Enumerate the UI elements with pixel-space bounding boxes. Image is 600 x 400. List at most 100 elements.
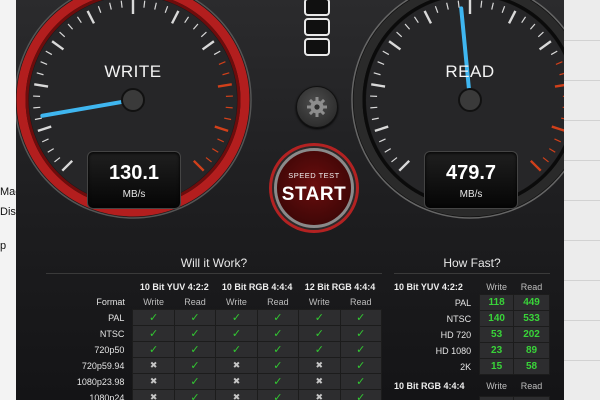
compatibility-cell: ✓ [256,309,300,326]
format-column-header: Format [96,296,125,307]
checkmark-icon: ✓ [356,360,366,372]
compatibility-cell: ✓ [132,341,175,358]
write-speed-value: 53 [479,326,515,343]
table-row: NTSC ✓ ✓ ✓ ✓ ✓ ✓ [46,325,383,342]
format-label: NTSC [446,313,472,324]
table-row: PAL ✓ ✓ ✓ ✓ ✓ ✓ [46,309,383,326]
group-header: 10 Bit YUV 4:2:2 [139,281,209,292]
checkmark-icon: ✓ [314,344,324,356]
table-row: HD 720 53 202 [394,326,550,343]
how-fast-table: 10 Bit YUV 4:2:2 Write Read PAL 118 449 NTSC 14… [394,279,550,400]
checkmark-icon: ✓ [190,312,200,324]
checkmark-icon: ✓ [314,312,324,324]
how-fast-divider [394,273,550,274]
cross-icon: ✖ [232,392,241,400]
compatibility-cell: ✓ [298,325,341,342]
write-column-header: Write [226,296,247,307]
gauge-tick [143,0,146,8]
format-label: 1080p24 [89,392,125,400]
group-header: 12 Bit RGB 4:4:4 [304,281,376,292]
write-gauge: WRITE 130.1 MB/s [16,0,253,220]
format-label: 2K [460,361,472,372]
cross-icon: ✖ [232,360,241,370]
compatibility-cell: ✓ [339,357,383,374]
table-row: 2K 15 58 [394,358,550,375]
write-gauge-hub [121,88,145,112]
compatibility-cell: ✖ [298,373,341,390]
checkmark-icon: ✓ [356,392,366,400]
read-speed-value: 202 [513,326,550,343]
write-gauge-label: WRITE [104,62,162,81]
table-row: 1080p23.98 ✖ ✓ ✖ ✓ ✖ ✓ [46,373,383,390]
compatibility-cell: ✓ [339,341,383,358]
start-button[interactable]: SPEED TEST START [274,148,354,228]
checkmark-icon: ✓ [190,376,200,388]
format-label: PAL [394,397,480,400]
checkmark-icon: ✓ [356,344,366,356]
checkmark-icon: ✓ [149,344,159,356]
how-fast-title: How Fast? [443,256,501,270]
checkmark-icon: ✓ [231,344,242,356]
checkmark-icon: ✓ [190,392,200,400]
read-gauge-hub [458,88,482,112]
compatibility-cell: ✓ [339,325,383,342]
compatibility-cell: ✓ [173,373,217,390]
compatibility-cell: ✖ [298,389,341,400]
checkmark-icon: ✓ [356,376,366,388]
gauge-tick [370,106,378,109]
checkmark-icon: ✓ [273,312,283,324]
background-sidebar-item[interactable]: p [0,240,6,252]
table-row: PAL79299 [394,396,550,400]
table-row: 720p50 ✓ ✓ ✓ ✓ ✓ ✓ [46,341,383,358]
write-column-header: Write [486,281,508,292]
read-column-header: Read [350,296,372,307]
format-label: 720p59.94 [81,360,125,371]
compatibility-cell: ✓ [256,357,300,374]
checkmark-icon: ✓ [231,312,242,324]
table-row: NTSC 140 533 [394,310,550,327]
compatibility-cell: ✓ [339,373,383,390]
read-speed-value: 449 [513,294,550,311]
checkmark-icon: ✓ [273,392,283,400]
write-readout: 130.1 MB/s [87,151,181,209]
gauge-tick [562,106,564,108]
compatibility-cell: ✓ [339,389,383,400]
group-header: 10 Bit RGB 4:4:4 [394,380,465,391]
cross-icon: ✖ [232,376,241,386]
read-speed-unit: MB/s [459,189,483,200]
read-speed-value: 89 [513,342,550,359]
write-speed-value: 140 [479,310,515,327]
write-speed-value: 15 [479,358,515,375]
format-label: HD 1080 [435,345,472,356]
checkmark-icon: ✓ [356,328,366,340]
compatibility-cell: ✖ [215,373,258,390]
checkmark-icon: ✓ [190,360,200,372]
will-it-work-title: Will it Work? [180,256,248,270]
compatibility-cell: ✖ [298,357,341,374]
compatibility-cell: ✓ [298,341,341,358]
write-speed-value: 23 [479,342,515,359]
cross-icon: ✖ [315,392,324,400]
checkmark-icon: ✓ [190,328,200,340]
read-speed-value: 58 [513,358,550,375]
read-gauge: READ 479.7 MB/s [350,0,564,220]
compatibility-cell: ✓ [256,373,300,390]
checkmark-icon: ✓ [273,328,283,340]
gauge-tick [33,106,41,109]
format-label: 1080p23.98 [76,376,125,387]
compatibility-cell: ✓ [339,309,383,326]
settings-button[interactable] [296,86,338,128]
write-speed-unit: MB/s [122,189,146,200]
read-speed-value: 299 [513,396,550,400]
read-speed-value: 533 [513,310,550,327]
cross-icon: ✖ [149,376,158,386]
checkmark-icon: ✓ [356,312,366,324]
format-label: PAL [108,312,125,323]
checkmark-icon: ✓ [273,360,283,372]
compatibility-cell: ✓ [256,325,300,342]
section-header-row: 10 Bit YUV 4:2:2 Write Read [394,279,550,295]
read-gauge-label: READ [445,62,495,81]
compatibility-cell: ✓ [256,389,300,400]
write-speed-value: 130.1 [108,162,160,184]
read-column-header: Read [184,296,206,307]
